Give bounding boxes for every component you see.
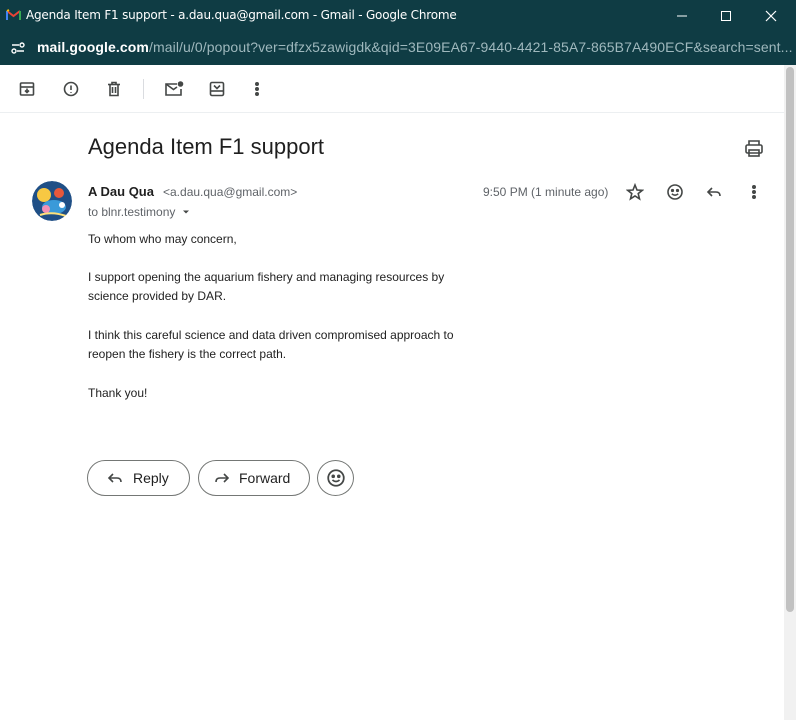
gmail-logo-icon	[6, 9, 21, 20]
print-icon	[745, 140, 763, 157]
sender-name[interactable]: A Dau Qua	[88, 184, 154, 199]
show-details-chevron-icon[interactable]	[181, 207, 191, 217]
forward-label: Forward	[239, 470, 291, 486]
emoji-icon	[326, 469, 345, 487]
reply-header-button[interactable]	[702, 180, 726, 204]
email-subject: Agenda Item F1 support	[88, 134, 325, 159]
url-text[interactable]: mail.google.com/mail/u/0/popout?ver=dfzx…	[37, 39, 793, 55]
site-info-icon[interactable]	[10, 40, 26, 56]
forward-button[interactable]: Forward	[198, 460, 310, 496]
forward-icon	[215, 473, 230, 483]
report-spam-button[interactable]	[59, 77, 83, 101]
body-paragraph-2-line-2: reopen the fishery is the correct path.	[88, 347, 287, 361]
mark-unread-icon	[165, 81, 184, 96]
star-button[interactable]	[623, 180, 647, 204]
move-to-icon	[209, 81, 225, 97]
reply-button[interactable]: Reply	[87, 460, 190, 496]
sender-avatar[interactable]	[32, 181, 72, 221]
archive-button[interactable]	[15, 77, 39, 101]
reply-icon	[107, 473, 122, 483]
delete-icon	[108, 81, 120, 97]
minimize-button[interactable]	[659, 0, 705, 32]
body-paragraph-1-line-2: science provided by DAR.	[88, 289, 227, 303]
reply-label: Reply	[133, 470, 169, 486]
body-closing: Thank you!	[88, 386, 148, 400]
maximize-icon	[721, 11, 731, 21]
window-title: Agenda Item F1 support - a.dau.qua@gmail…	[26, 8, 457, 22]
report-spam-icon	[63, 81, 79, 97]
more-options-button[interactable]	[245, 77, 269, 101]
mark-unread-button[interactable]	[162, 77, 186, 101]
close-icon	[765, 10, 777, 22]
more-vert-icon	[255, 81, 260, 97]
more-vert-icon	[752, 184, 757, 200]
sender-email[interactable]: <a.dau.qua@gmail.com>	[163, 185, 297, 199]
print-all-button[interactable]	[742, 137, 766, 161]
emoji-icon	[667, 184, 683, 200]
reply-icon	[706, 187, 721, 197]
window-titlebar: Agenda Item F1 support - a.dau.qua@gmail…	[0, 0, 796, 32]
delete-button[interactable]	[102, 77, 126, 101]
email-timestamp: 9:50 PM (1 minute ago)	[483, 185, 609, 199]
body-paragraph-2-line-1: I think this careful science and data dr…	[88, 328, 454, 342]
scrollbar-thumb[interactable]	[786, 67, 794, 612]
move-to-button[interactable]	[205, 77, 229, 101]
body-greeting: To whom who may concern,	[88, 232, 237, 246]
url-path: /mail/u/0/popout?ver=dfzx5zawigdk&qid=3E…	[148, 39, 793, 55]
more-message-options-button[interactable]	[742, 180, 766, 204]
close-window-button[interactable]	[748, 0, 794, 32]
body-paragraph-1-line-1: I support opening the aquarium fishery a…	[88, 270, 445, 284]
recipient-line: to blnr.testimony	[88, 205, 176, 219]
toolbar-divider	[143, 79, 144, 99]
minimize-icon	[677, 15, 687, 17]
archive-icon	[19, 82, 35, 96]
maximize-button[interactable]	[703, 0, 749, 32]
star-icon	[626, 183, 644, 201]
url-host: mail.google.com	[37, 39, 149, 55]
avatar-image	[32, 181, 72, 221]
emoji-reaction-button[interactable]	[317, 460, 354, 496]
add-reaction-button[interactable]	[663, 180, 687, 204]
